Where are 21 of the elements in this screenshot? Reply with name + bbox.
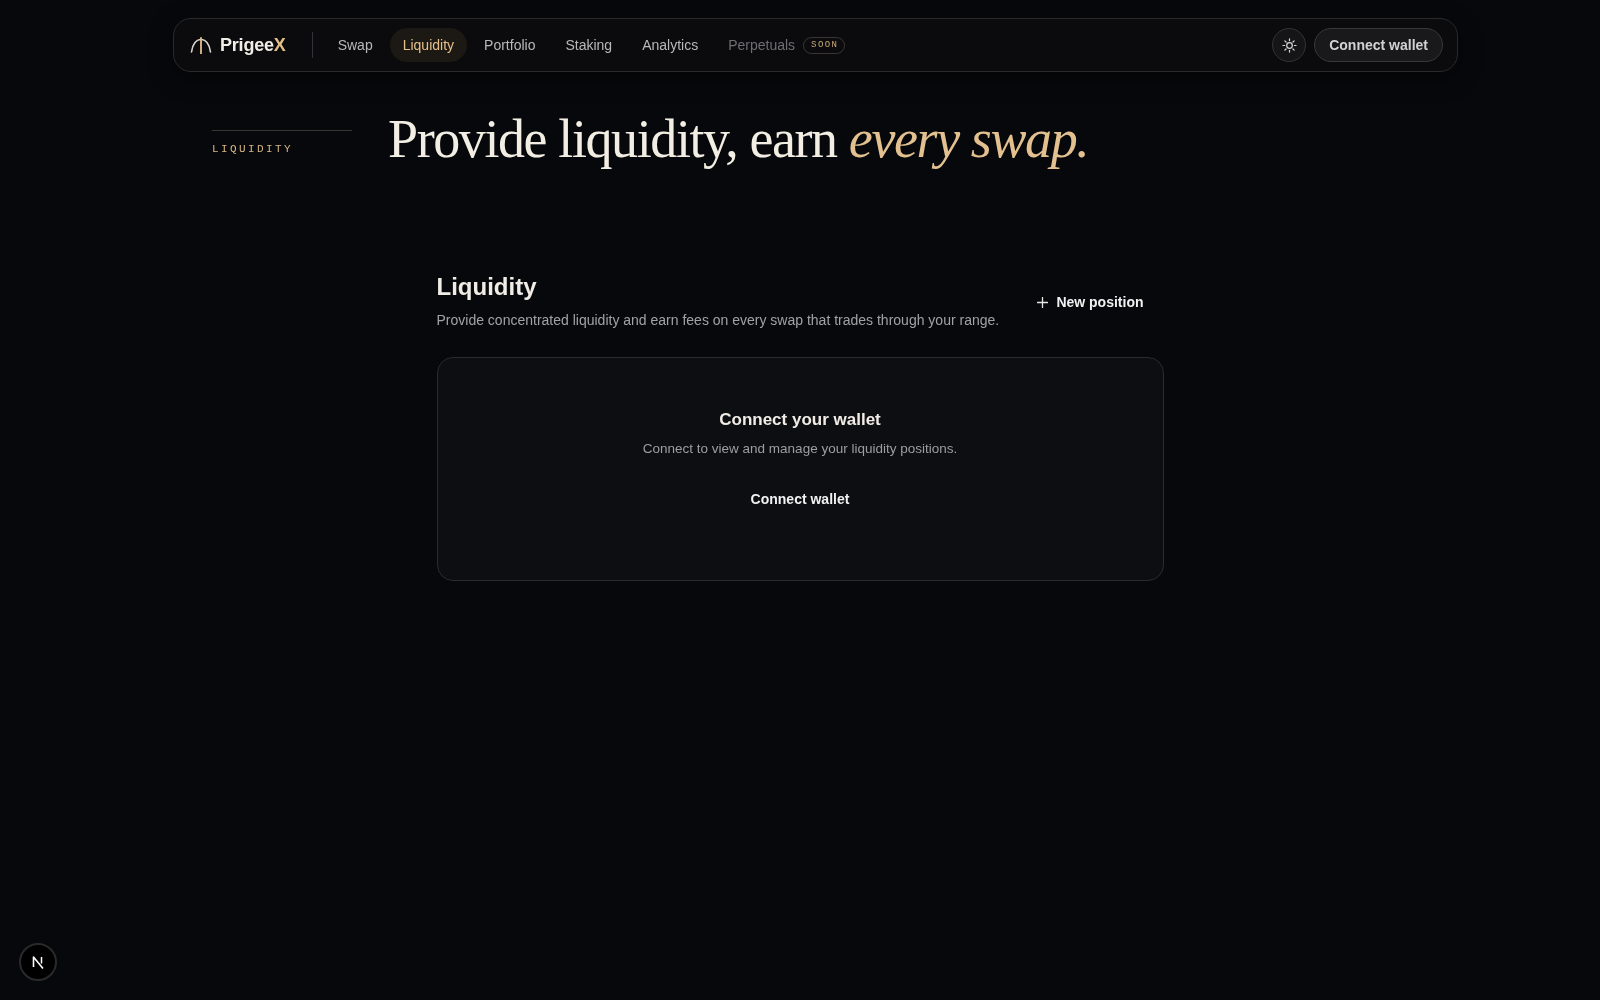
plus-icon [1037,296,1049,308]
section-title: Liquidity [436,273,538,303]
sun-icon [1281,37,1297,53]
dev-tools-button[interactable] [19,943,57,981]
nav-tab[interactable]: Analytics [629,28,712,62]
theme-toggle-button[interactable] [1272,28,1307,62]
nav-tab[interactable]: Staking [552,28,626,62]
nav-tab[interactable]: Liquidity [389,28,468,62]
brand-logo-link[interactable]: PrigeeX [190,31,286,59]
nav-tab[interactable]: Portfolio [471,28,549,62]
logo-icon [30,954,46,970]
empty-state-text: Connect to view and manage your liquidity positions. [642,439,958,458]
section-eyebrow-label: LIQUIDITY [212,142,294,157]
hero-heading: Provide liquidity, earn every swap. [388,110,1089,170]
logo-icon [190,36,212,54]
nav-tab[interactable]: Swap [324,28,386,62]
section-description: Provide concentrated liquidity and earn fees on every swap that trades through your range. [436,311,1000,331]
empty-state-title: Connect your wallet [719,410,881,431]
new-position-button[interactable]: New position [1017,283,1164,321]
connect-wallet-button[interactable]: Connect wallet [1314,28,1443,62]
connect-wallet-button[interactable]: Connect wallet [730,480,870,518]
